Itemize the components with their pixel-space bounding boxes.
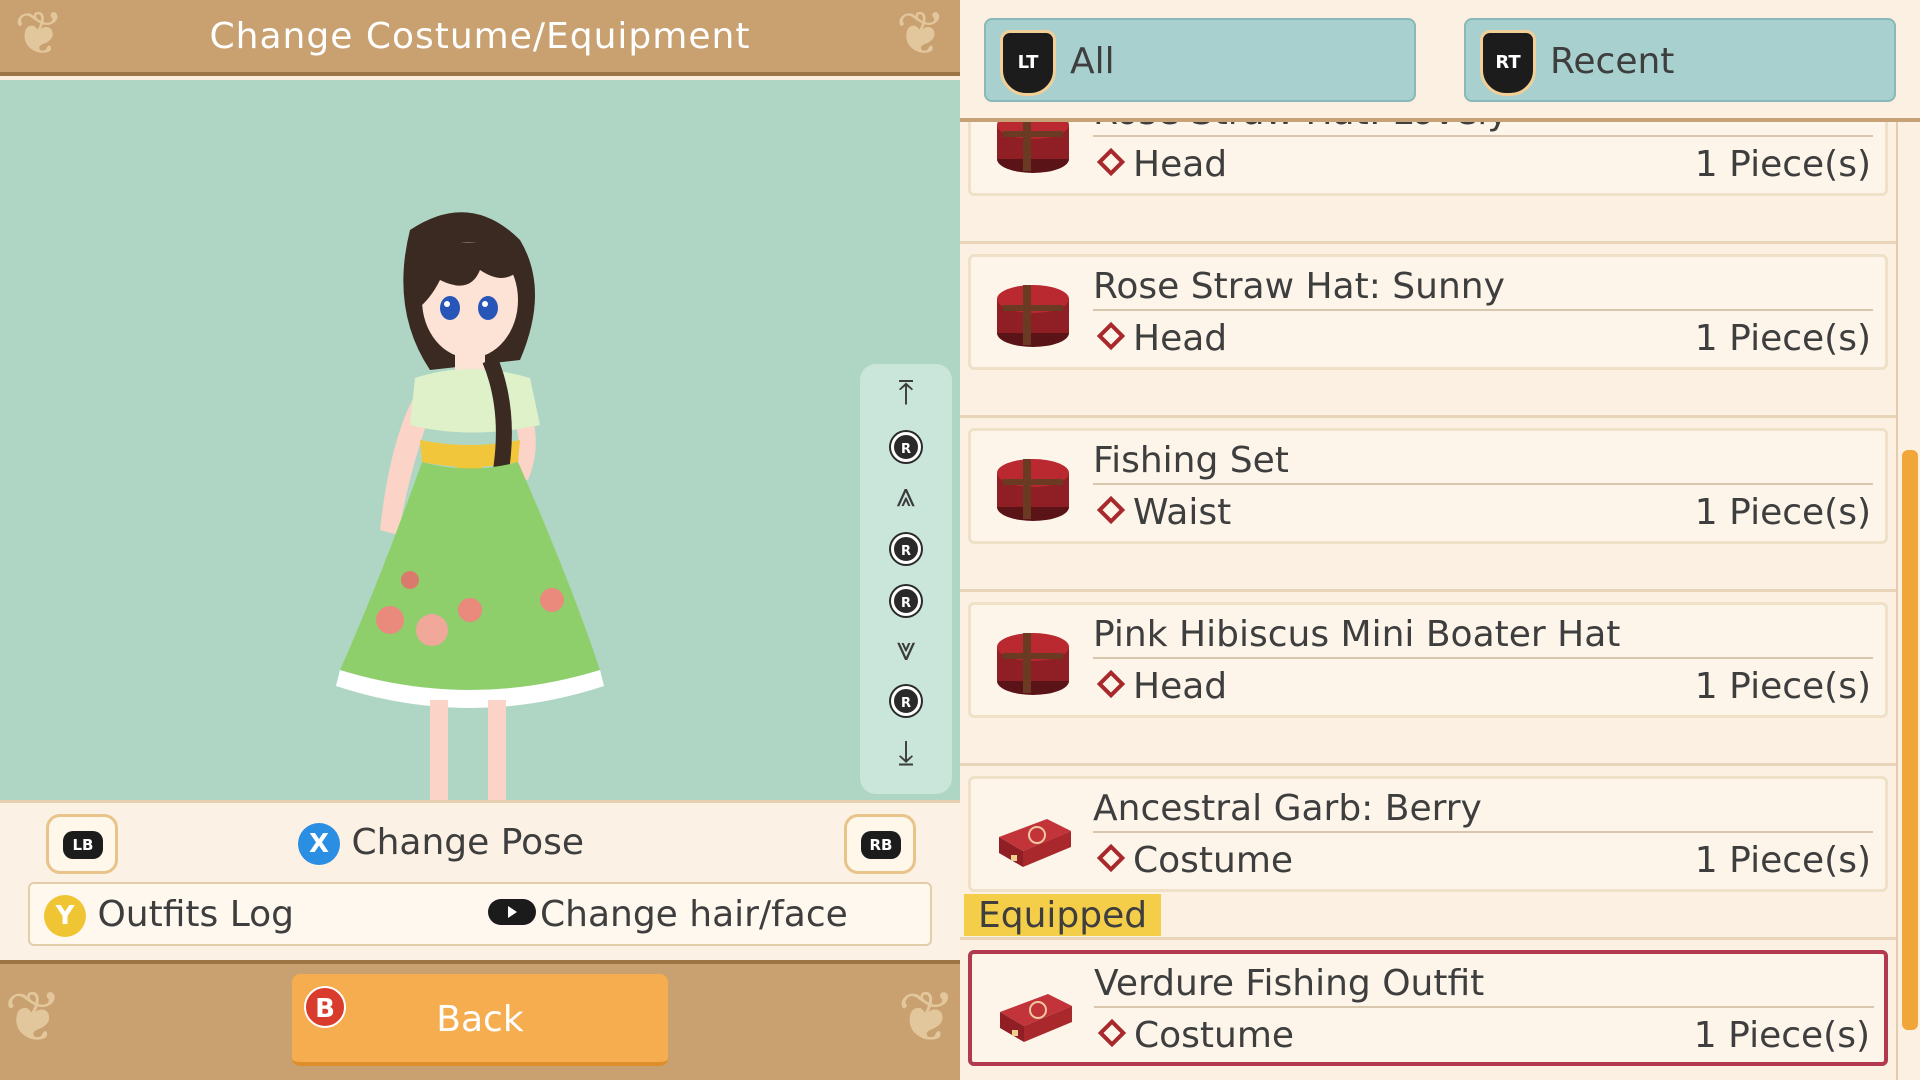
item-list-panel: LT All RT Recent Rose Straw Hat: LovelyH… — [960, 0, 1920, 1080]
item-category: Head — [1093, 663, 1227, 711]
item-category: Head — [1093, 141, 1227, 189]
scroll-to-bottom-icon[interactable]: ⤓ — [860, 736, 952, 770]
item-category-label: Head — [1133, 318, 1228, 359]
suitcase-icon — [993, 797, 1073, 873]
lt-trigger-icon: LT — [1000, 30, 1056, 96]
diamond-icon — [1097, 1018, 1127, 1048]
divider — [1093, 135, 1873, 137]
title-bar: ❦ ❦ Change Costume/Equipment — [0, 0, 960, 76]
item-quantity: 1 Piece(s) — [1694, 666, 1871, 707]
divider — [1093, 831, 1873, 833]
item-category-label: Costume — [1133, 840, 1294, 881]
equipped-badge: Equipped — [964, 894, 1162, 936]
tab-all-label: All — [1070, 41, 1115, 82]
item-card[interactable]: Rose Straw Hat: LovelyHead1 Piece(s) — [968, 122, 1888, 196]
rt-trigger-icon: RT — [1480, 30, 1536, 96]
scroll-to-top-icon[interactable]: ⤒ — [860, 376, 952, 410]
diamond-icon — [1096, 147, 1126, 177]
item-list[interactable]: Rose Straw Hat: LovelyHead1 Piece(s)Rose… — [960, 122, 1896, 1080]
outfits-bar: Y Outfits Log Change hair/face — [28, 882, 932, 946]
item-category: Costume — [1093, 837, 1293, 885]
right-stick-right-icon[interactable]: R — [891, 586, 921, 616]
tab-recent-label: Recent — [1550, 41, 1675, 82]
ornament-footer-left-icon: ❦ — [4, 976, 63, 1058]
item-name: Ancestral Garb: Berry — [1093, 788, 1482, 829]
back-label: Back — [436, 999, 524, 1040]
character-model — [336, 212, 604, 823]
change-hair-face-label: Change hair/face — [540, 894, 848, 935]
double-chevron-down-icon[interactable]: ⩔ — [860, 632, 952, 666]
item-card[interactable]: Fishing Set Waist 1 Piece(s) — [968, 428, 1888, 544]
item-name: Rose Straw Hat: Sunny — [1093, 266, 1505, 307]
item-quantity: 1 Piece(s) — [1693, 1015, 1870, 1056]
change-pose-label: Change Pose — [351, 822, 585, 863]
scroll-thumb[interactable] — [1902, 450, 1918, 1030]
item-card[interactable]: Pink Hibiscus Mini Boater Hat Head 1 Piece… — [968, 602, 1888, 718]
preview-panel: ❦ ❦ Change Costume/Equipment ⤒ R ⩓ R R ⩔… — [0, 0, 960, 1080]
diamond-icon — [1096, 669, 1126, 699]
diamond-icon — [1096, 321, 1126, 351]
change-pose-button[interactable]: X Change Pose — [298, 818, 584, 868]
hatbox-icon — [993, 275, 1073, 351]
double-chevron-up-icon[interactable]: ⩓ — [860, 478, 952, 512]
hatbox-icon — [993, 122, 1073, 177]
hatbox-icon — [993, 449, 1073, 525]
item-category: Head — [1093, 315, 1227, 363]
item-category-label: Head — [1133, 666, 1228, 707]
change-hair-face-button[interactable]: Change hair/face — [488, 892, 848, 938]
right-stick-left-icon[interactable]: R — [891, 534, 921, 564]
rb-button[interactable]: RB — [844, 814, 916, 874]
diamond-icon — [1096, 843, 1126, 873]
item-name: Pink Hibiscus Mini Boater Hat — [1093, 614, 1621, 655]
rb-label: RB — [861, 831, 901, 859]
x-button-icon: X — [298, 823, 340, 865]
list-scrollbar[interactable] — [1896, 122, 1920, 1080]
outfits-log-label: Outfits Log — [97, 894, 295, 935]
back-button[interactable]: B Back — [292, 974, 668, 1066]
item-card[interactable]: Rose Straw Hat: Sunny Head 1 Piece(s) — [968, 254, 1888, 370]
divider — [1093, 309, 1873, 311]
item-quantity: 1 Piece(s) — [1694, 318, 1871, 359]
suitcase-icon — [994, 972, 1074, 1048]
item-name: Fishing Set — [1093, 440, 1289, 481]
ornament-footer-right-icon: ❦ — [897, 976, 956, 1058]
camera-scroll-controls: ⤒ R ⩓ R R ⩔ R ⤓ — [860, 364, 952, 794]
divider — [1093, 483, 1873, 485]
divider — [1093, 657, 1873, 659]
item-name: Verdure Fishing Outfit — [1094, 963, 1485, 1004]
right-stick-down-icon[interactable]: R — [891, 686, 921, 716]
item-category: Costume — [1094, 1012, 1294, 1060]
tab-recent[interactable]: RT Recent — [1464, 18, 1896, 102]
y-button-icon: Y — [44, 895, 86, 937]
hatbox-icon — [993, 623, 1073, 699]
item-category: Waist — [1093, 489, 1231, 537]
divider — [1094, 1006, 1874, 1008]
item-category-label: Head — [1133, 144, 1228, 185]
right-stick-icon — [488, 899, 536, 925]
tabs-bar: LT All RT Recent — [960, 0, 1920, 122]
outfits-log-button[interactable]: Y Outfits Log — [44, 892, 294, 938]
tab-all[interactable]: LT All — [984, 18, 1416, 102]
item-card[interactable]: Ancestral Garb: Berry Costume 1 Piece(s) — [968, 776, 1888, 892]
diamond-icon — [1096, 495, 1126, 525]
equipped-item-card[interactable]: Verdure Fishing Outfit Costume 1 Piece(s) — [968, 950, 1888, 1066]
right-stick-up-icon[interactable]: R — [891, 432, 921, 462]
item-quantity: 1 Piece(s) — [1694, 492, 1871, 533]
character-preview-stage[interactable]: ⤒ R ⩓ R R ⩔ R ⤓ — [0, 80, 960, 823]
item-quantity: 1 Piece(s) — [1694, 144, 1871, 185]
item-quantity: 1 Piece(s) — [1694, 840, 1871, 881]
lb-label: LB — [63, 831, 103, 859]
page-title: Change Costume/Equipment — [209, 16, 751, 57]
lb-button[interactable]: LB — [46, 814, 118, 874]
item-category-label: Waist — [1133, 492, 1232, 533]
item-category-label: Costume — [1134, 1015, 1295, 1056]
